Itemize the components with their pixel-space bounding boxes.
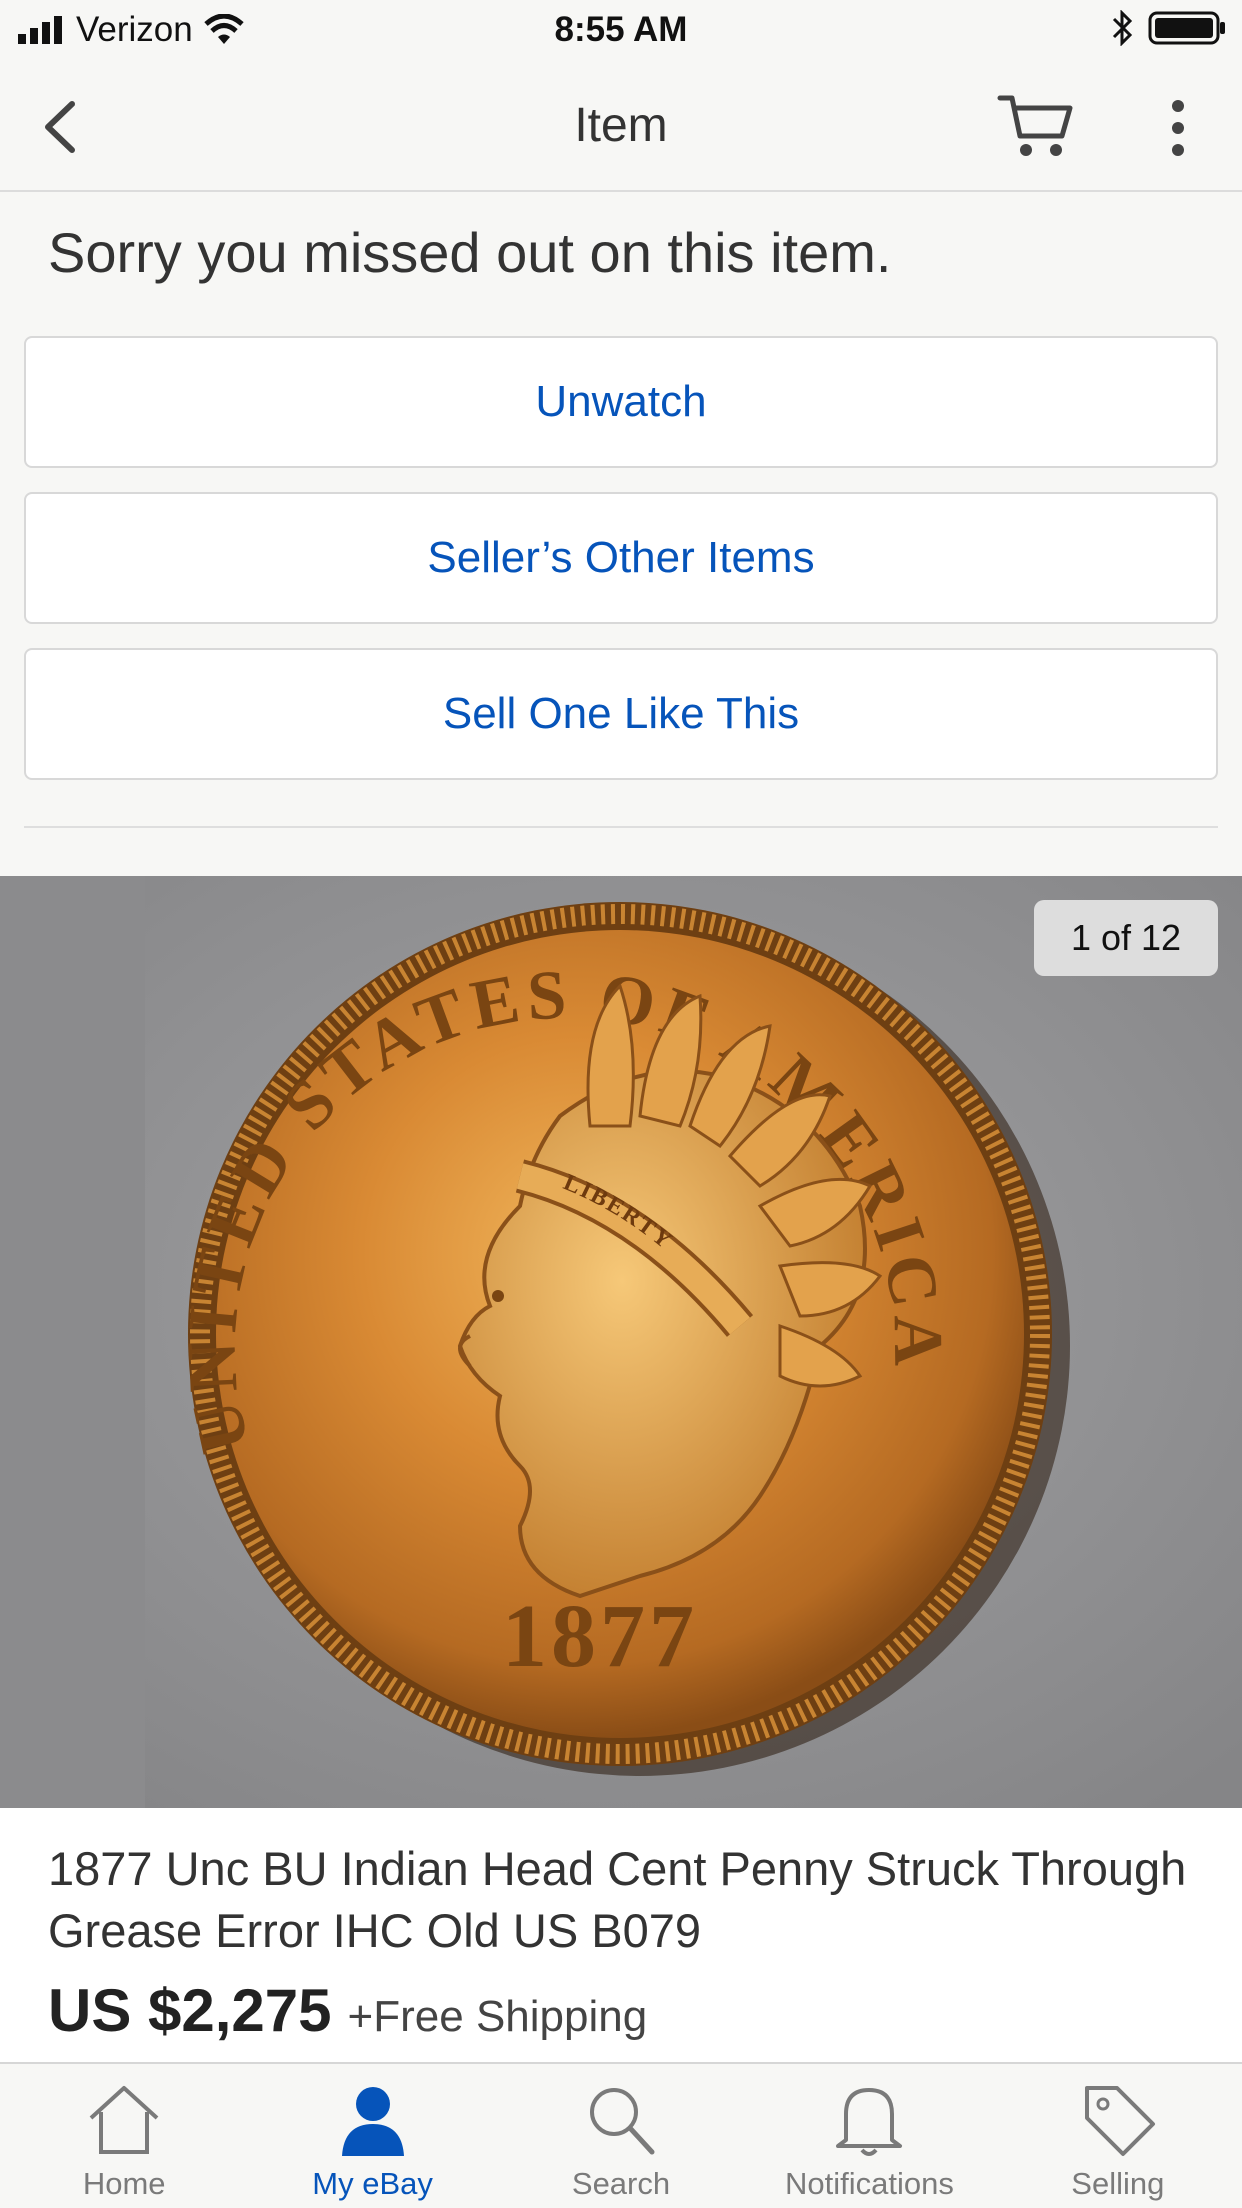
more-options-icon[interactable]: [1158, 98, 1198, 158]
divider: [24, 826, 1218, 828]
missed-out-message: Sorry you missed out on this item.: [48, 221, 892, 284]
home-icon: [89, 2086, 159, 2154]
item-image-gallery[interactable]: UNITED STATES OF AMERICA LIBERTY 1877 1 …: [0, 876, 1242, 1808]
bell-icon: [836, 2088, 903, 2156]
status-time: 8:55 AM: [554, 10, 688, 49]
tab-selling[interactable]: Selling: [994, 2064, 1242, 2208]
image-counter: 1 of 12: [1034, 900, 1218, 976]
status-bar: Verizon 8:55 AM: [0, 0, 1242, 62]
tab-search[interactable]: Search: [497, 2064, 745, 2208]
bluetooth-icon: [1112, 10, 1133, 46]
tab-label-notifications: Notifications: [784, 2166, 954, 2201]
tab-label-home: Home: [82, 2166, 166, 2201]
tag-icon: [1084, 2086, 1155, 2156]
tab-notifications[interactable]: Notifications: [745, 2064, 993, 2208]
tab-my-ebay[interactable]: My eBay: [248, 2064, 496, 2208]
price-line: US $2,275 +Free Shipping: [48, 1976, 647, 2045]
item-price: US $2,275: [48, 1977, 332, 2044]
tab-home[interactable]: Home: [0, 2064, 248, 2208]
item-title: 1877 Unc BU Indian Head Cent Penny Struc…: [48, 1842, 1187, 1957]
status-right: [1110, 10, 1228, 46]
battery-icon: [1148, 11, 1225, 45]
cart-icon[interactable]: [996, 90, 1076, 162]
tab-label-selling: Selling: [1071, 2166, 1165, 2201]
coin-image: UNITED STATES OF AMERICA LIBERTY 1877: [0, 876, 1242, 1808]
sell-one-like-this-button[interactable]: Sell One Like This: [24, 648, 1218, 780]
nav-bar: Item: [0, 62, 1242, 192]
tab-label-my-ebay: My eBay: [312, 2166, 433, 2201]
shipping-info: +Free Shipping: [347, 1992, 648, 2041]
coin-date: 1877: [502, 1587, 698, 1686]
tab-label-search: Search: [571, 2166, 671, 2201]
unwatch-button[interactable]: Unwatch: [24, 336, 1218, 468]
person-icon: [341, 2087, 404, 2156]
tab-bar: Home My eBay Search Notifications Sellin…: [0, 2062, 1242, 2208]
sellers-other-items-button[interactable]: Seller’s Other Items: [24, 492, 1218, 624]
item-details: 1877 Unc BU Indian Head Cent Penny Struc…: [0, 1808, 1242, 2062]
search-icon: [590, 2088, 655, 2155]
